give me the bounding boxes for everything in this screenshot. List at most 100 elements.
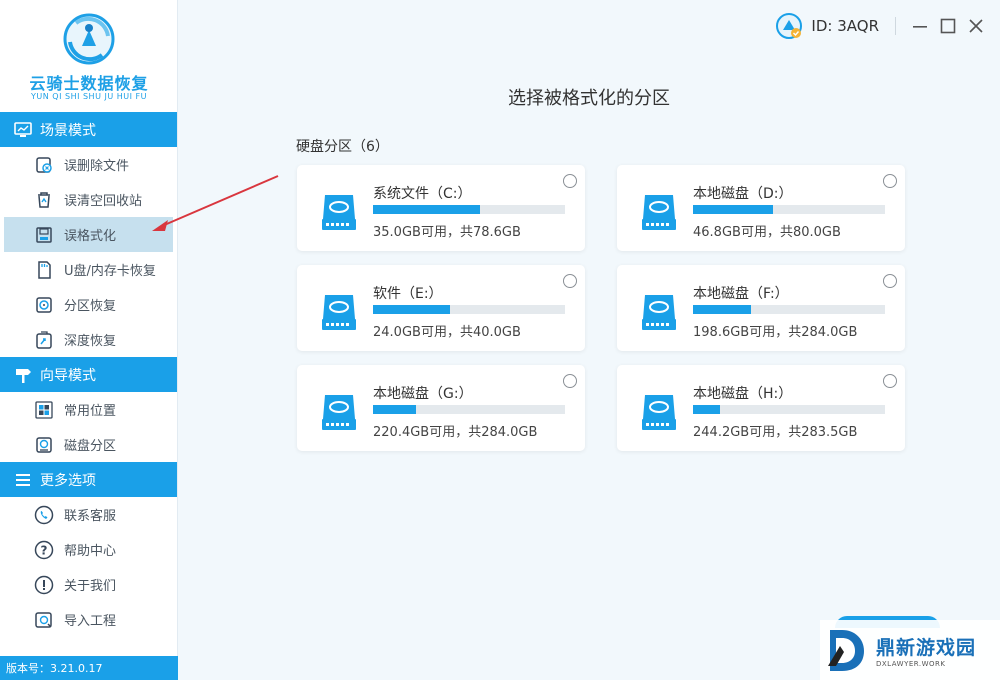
phone-icon bbox=[34, 505, 54, 525]
partition-card[interactable]: 本地磁盘（G:） 220.4GB可用，共284.0GB bbox=[297, 365, 585, 451]
user-avatar-icon[interactable] bbox=[775, 12, 803, 40]
menu-item-label: 导入工程 bbox=[64, 614, 117, 629]
menu-item-label: 联系客服 bbox=[64, 509, 117, 524]
menu-item-help-center[interactable]: ? 帮助中心 bbox=[0, 532, 177, 567]
menu-item-about-us[interactable]: 关于我们 bbox=[0, 567, 177, 602]
maximize-icon bbox=[940, 18, 956, 34]
menu-item-partition-recover[interactable]: 分区恢复 bbox=[0, 287, 177, 322]
partition-card[interactable]: 系统文件（C:） 35.0GB可用，共78.6GB bbox=[297, 165, 585, 251]
select-radio[interactable] bbox=[563, 174, 577, 188]
partition-capacity: 244.2GB可用，共283.5GB bbox=[693, 425, 858, 440]
usage-bar bbox=[693, 405, 885, 414]
partition-capacity: 35.0GB可用，共78.6GB bbox=[373, 225, 521, 240]
partition-name: 本地磁盘（H:） bbox=[693, 386, 793, 402]
app-logo: 云骑士数据恢复 YUN QI SHI SHU JU HUI FU bbox=[0, 0, 177, 112]
menu-lines-icon bbox=[14, 471, 32, 489]
partition-name: 系统文件（C:） bbox=[373, 186, 472, 202]
page-title: 选择被格式化的分区 bbox=[508, 88, 670, 109]
usage-bar bbox=[373, 205, 565, 214]
usage-bar bbox=[373, 405, 565, 414]
menu-item-contact-support[interactable]: 联系客服 bbox=[0, 497, 177, 532]
monitor-icon bbox=[14, 121, 32, 139]
logo-title: 云骑士数据恢复 bbox=[29, 74, 149, 93]
help-icon: ? bbox=[34, 540, 54, 560]
watermark-url: DXLAWYER.WORK bbox=[876, 659, 946, 668]
windows-icon bbox=[34, 400, 54, 420]
menu-item-label: 关于我们 bbox=[64, 579, 117, 594]
partition-card[interactable]: 软件（E:） 24.0GB可用，共40.0GB bbox=[297, 265, 585, 351]
menu-item-disk-partition[interactable]: 磁盘分区 bbox=[0, 427, 177, 462]
menu-item-deleted-files[interactable]: 误删除文件 bbox=[0, 147, 177, 182]
usage-bar-fill bbox=[373, 405, 416, 414]
partition-capacity: 220.4GB可用，共284.0GB bbox=[373, 425, 538, 440]
partition-icon bbox=[34, 295, 54, 315]
menu-item-label: 误清空回收站 bbox=[64, 194, 143, 209]
maximize-button[interactable] bbox=[934, 12, 962, 40]
logo-icon bbox=[63, 13, 115, 65]
menu-item-label: 帮助中心 bbox=[64, 544, 117, 559]
menu-item-import-project[interactable]: 导入工程 bbox=[0, 602, 177, 637]
select-radio[interactable] bbox=[563, 374, 577, 388]
select-radio[interactable] bbox=[883, 374, 897, 388]
section-header-scene: 场景模式 bbox=[0, 112, 177, 147]
minimize-icon bbox=[913, 26, 927, 28]
signpost-icon bbox=[14, 366, 32, 384]
menu-item-usb-card[interactable]: U盘/内存卡恢复 bbox=[0, 252, 177, 287]
hard-disk-icon bbox=[642, 195, 676, 230]
select-radio[interactable] bbox=[883, 174, 897, 188]
select-radio[interactable] bbox=[883, 274, 897, 288]
partition-group-label: 硬盘分区（6） bbox=[296, 139, 389, 155]
hard-disk-icon bbox=[642, 395, 676, 430]
menu-item-label: 深度恢复 bbox=[64, 334, 117, 349]
partition-name: 本地磁盘（D:） bbox=[693, 186, 793, 202]
menu-item-common-locations[interactable]: 常用位置 bbox=[0, 392, 177, 427]
import-icon bbox=[34, 610, 54, 630]
logo-subtitle: YUN QI SHI SHU JU HUI FU bbox=[31, 92, 147, 101]
watermark-title: 鼎新游戏园 bbox=[876, 636, 977, 659]
format-disk-icon bbox=[34, 225, 54, 245]
hard-disk-icon bbox=[642, 295, 676, 330]
title-bar-divider bbox=[895, 17, 896, 35]
hard-disk-icon bbox=[322, 295, 356, 330]
section-title: 场景模式 bbox=[40, 122, 96, 139]
select-radio[interactable] bbox=[563, 274, 577, 288]
usage-bar-fill bbox=[693, 305, 751, 314]
usage-bar-fill bbox=[693, 205, 773, 214]
section-header-guide: 向导模式 bbox=[0, 357, 177, 392]
usage-bar-fill bbox=[693, 405, 720, 414]
version-label: 版本号：3.21.0.17 bbox=[0, 656, 178, 680]
disk-partition-icon bbox=[34, 435, 54, 455]
menu-item-format[interactable]: 误格式化 bbox=[4, 217, 173, 252]
menu-item-label: 误格式化 bbox=[64, 229, 117, 244]
partition-name: 本地磁盘（F:） bbox=[693, 286, 789, 302]
menu-item-label: 磁盘分区 bbox=[64, 439, 117, 454]
user-id: ID: 3AQR bbox=[811, 17, 879, 35]
minimize-button[interactable] bbox=[906, 12, 934, 40]
watermark-logo-icon bbox=[828, 630, 864, 671]
menu-item-label: 误删除文件 bbox=[64, 159, 130, 174]
partition-capacity: 198.6GB可用，共284.0GB bbox=[693, 325, 858, 340]
menu-item-recycle-bin[interactable]: 误清空回收站 bbox=[0, 182, 177, 217]
recycle-bin-icon bbox=[34, 190, 54, 210]
menu-item-label: U盘/内存卡恢复 bbox=[64, 264, 156, 279]
section-title: 向导模式 bbox=[40, 367, 96, 384]
partition-capacity: 46.8GB可用，共80.0GB bbox=[693, 225, 841, 240]
sidebar: 云骑士数据恢复 YUN QI SHI SHU JU HUI FU 场景模式 误删… bbox=[0, 0, 178, 680]
info-icon bbox=[34, 575, 54, 595]
partition-capacity: 24.0GB可用，共40.0GB bbox=[373, 325, 521, 340]
partition-card[interactable]: 本地磁盘（D:） 46.8GB可用，共80.0GB bbox=[617, 165, 905, 251]
delete-file-icon bbox=[34, 155, 54, 175]
menu-item-label: 常用位置 bbox=[64, 404, 117, 419]
close-button[interactable] bbox=[962, 12, 990, 40]
partition-name: 软件（E:） bbox=[373, 286, 443, 302]
title-bar: ID: 3AQR bbox=[775, 0, 1000, 52]
partition-card[interactable]: 本地磁盘（F:） 198.6GB可用，共284.0GB bbox=[617, 265, 905, 351]
menu-item-deep-recover[interactable]: 深度恢复 bbox=[0, 322, 177, 357]
usage-bar bbox=[693, 205, 885, 214]
close-icon bbox=[969, 19, 983, 33]
partition-card[interactable]: 本地磁盘（H:） 244.2GB可用，共283.5GB bbox=[617, 365, 905, 451]
usage-bar bbox=[693, 305, 885, 314]
partition-name: 本地磁盘（G:） bbox=[373, 386, 473, 402]
deep-recover-icon bbox=[34, 330, 54, 350]
hard-disk-icon bbox=[322, 195, 356, 230]
